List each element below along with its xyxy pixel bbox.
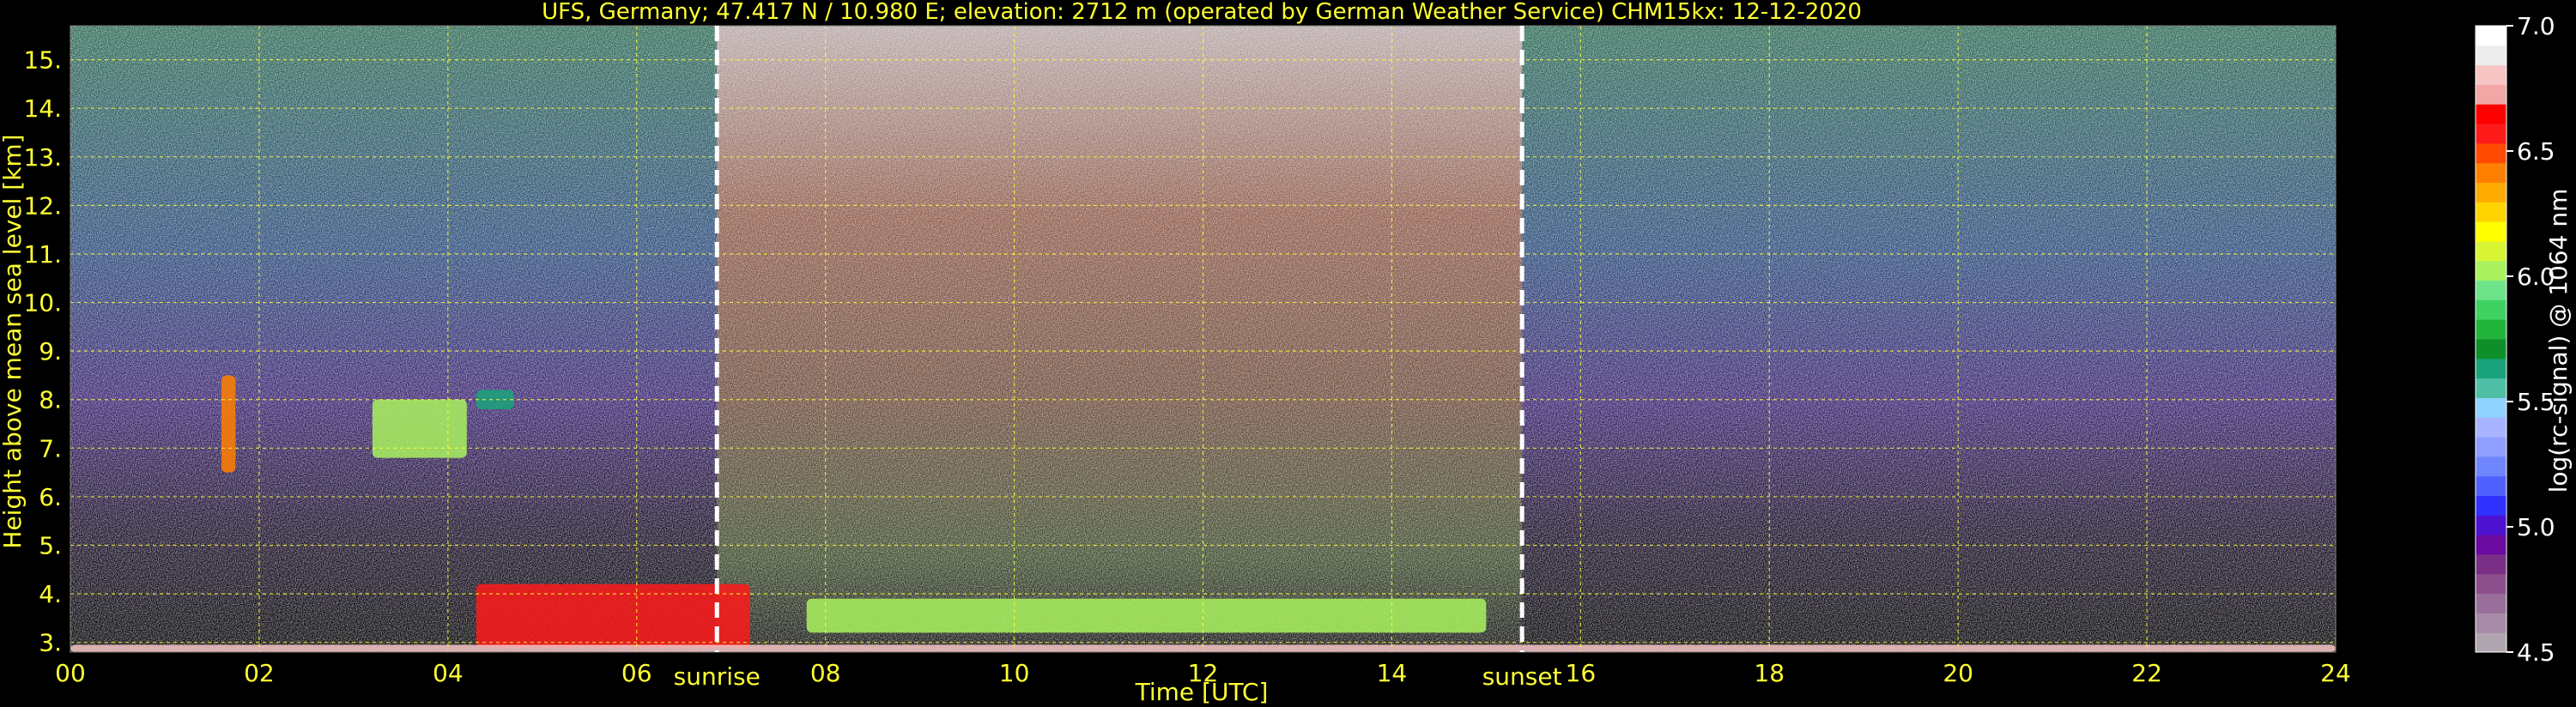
y-tick-label: 8.: [39, 386, 62, 414]
x-tick-label: 00: [55, 659, 86, 687]
colorbar-segment: [2476, 260, 2506, 281]
colorbar-segment: [2476, 280, 2506, 300]
x-tick-label: 18: [1754, 659, 1785, 687]
y-tick-label: 10.: [23, 289, 62, 317]
colorbar-segment: [2476, 553, 2506, 575]
colorbar-segment: [2476, 632, 2506, 653]
y-tick-label: 6.: [39, 483, 62, 511]
x-tick-label: 20: [1943, 659, 1973, 687]
y-axis-label: Height above mean sea level [km]: [0, 134, 27, 548]
x-tick-label: 10: [999, 659, 1030, 687]
colorbar-segment: [2476, 495, 2506, 516]
colorbar-tick-label: 5.0: [2517, 513, 2555, 541]
colorbar-segment: [2476, 475, 2506, 496]
x-axis-label: Time [UTC]: [1135, 678, 1269, 706]
x-tick-label: 08: [810, 659, 841, 687]
colorbar-segment: [2476, 84, 2506, 105]
y-tick-label: 9.: [39, 337, 62, 366]
colorbar-segment: [2476, 319, 2506, 340]
colorbar-segment: [2476, 124, 2506, 144]
y-axis-ticks: 3. 4. 5. 6. 7. 8. 9. 10. 11. 12. 13. 14. 15.: [23, 46, 62, 657]
chart-title: UFS, Germany; 47.417 N / 10.980 E; eleva…: [542, 0, 1862, 25]
x-tick-label: 22: [2131, 659, 2162, 687]
x-tick-label: 04: [433, 659, 464, 687]
y-tick-label: 13.: [23, 143, 62, 172]
colorbar-segment: [2476, 535, 2506, 555]
colorbar-label: log(rc-signal) @ 1064 nm: [2544, 189, 2573, 493]
colorbar-segment: [2476, 104, 2506, 124]
colorbar-segment: [2476, 64, 2506, 85]
sunset-label: sunset: [1482, 662, 1562, 691]
colorbar-segment: [2476, 182, 2506, 202]
y-tick-label: 3.: [39, 629, 62, 657]
colorbar-segment: [2476, 221, 2506, 242]
ceilometer-chart: sunrise sunset 00 02 04 06 08 10 12 14 16 18 20 22 24…: [0, 0, 2573, 706]
cirrus-feature: [476, 390, 514, 410]
colorbar-segment: [2476, 456, 2506, 477]
x-tick-label: 14: [1377, 659, 1408, 687]
colorbar-tick-label: 6.5: [2517, 137, 2555, 166]
colorbar-tick-label: 4.5: [2517, 638, 2555, 667]
colorbar-tick-label: 7.0: [2517, 12, 2555, 40]
colorbar-segment: [2476, 378, 2506, 398]
y-tick-label: 12.: [23, 191, 62, 220]
colorbar-segment: [2476, 397, 2506, 418]
x-tick-label: 16: [1566, 659, 1597, 687]
colorbar-segment: [2476, 437, 2506, 457]
colorbar-segment: [2476, 202, 2506, 222]
colorbar-segment: [2476, 515, 2506, 535]
x-tick-label: 06: [621, 659, 652, 687]
colorbar-segment: [2476, 417, 2506, 438]
colorbar-segment: [2476, 240, 2506, 262]
boundary-layer-feature: [806, 598, 1487, 633]
cirrus-feature: [221, 375, 236, 473]
colorbar-segment: [2476, 573, 2506, 595]
sunrise-label: sunrise: [674, 662, 761, 691]
colorbar: 4.55.05.56.06.57.0: [2475, 12, 2555, 667]
colorbar-segment: [2476, 45, 2506, 66]
plot-background: [70, 26, 2336, 652]
y-tick-label: 15.: [23, 46, 62, 75]
colorbar-segment: [2476, 339, 2506, 360]
colorbar-segment: [2476, 358, 2506, 379]
noise-speckle: [70, 26, 2336, 652]
y-tick-label: 5.: [39, 532, 62, 560]
colorbar-segment: [2476, 593, 2506, 613]
colorbar-segment: [2476, 26, 2506, 46]
cirrus-feature: [372, 399, 467, 458]
colorbar-segment: [2476, 613, 2506, 633]
colorbar-segment: [2476, 162, 2506, 183]
y-tick-label: 7.: [39, 434, 62, 462]
colorbar-segment: [2476, 299, 2506, 320]
x-tick-label: 24: [2320, 659, 2351, 687]
x-tick-label: 02: [244, 659, 275, 687]
y-tick-label: 4.: [39, 580, 62, 608]
y-tick-label: 14.: [23, 94, 62, 123]
colorbar-segment: [2476, 142, 2506, 164]
y-tick-label: 11.: [23, 240, 62, 269]
